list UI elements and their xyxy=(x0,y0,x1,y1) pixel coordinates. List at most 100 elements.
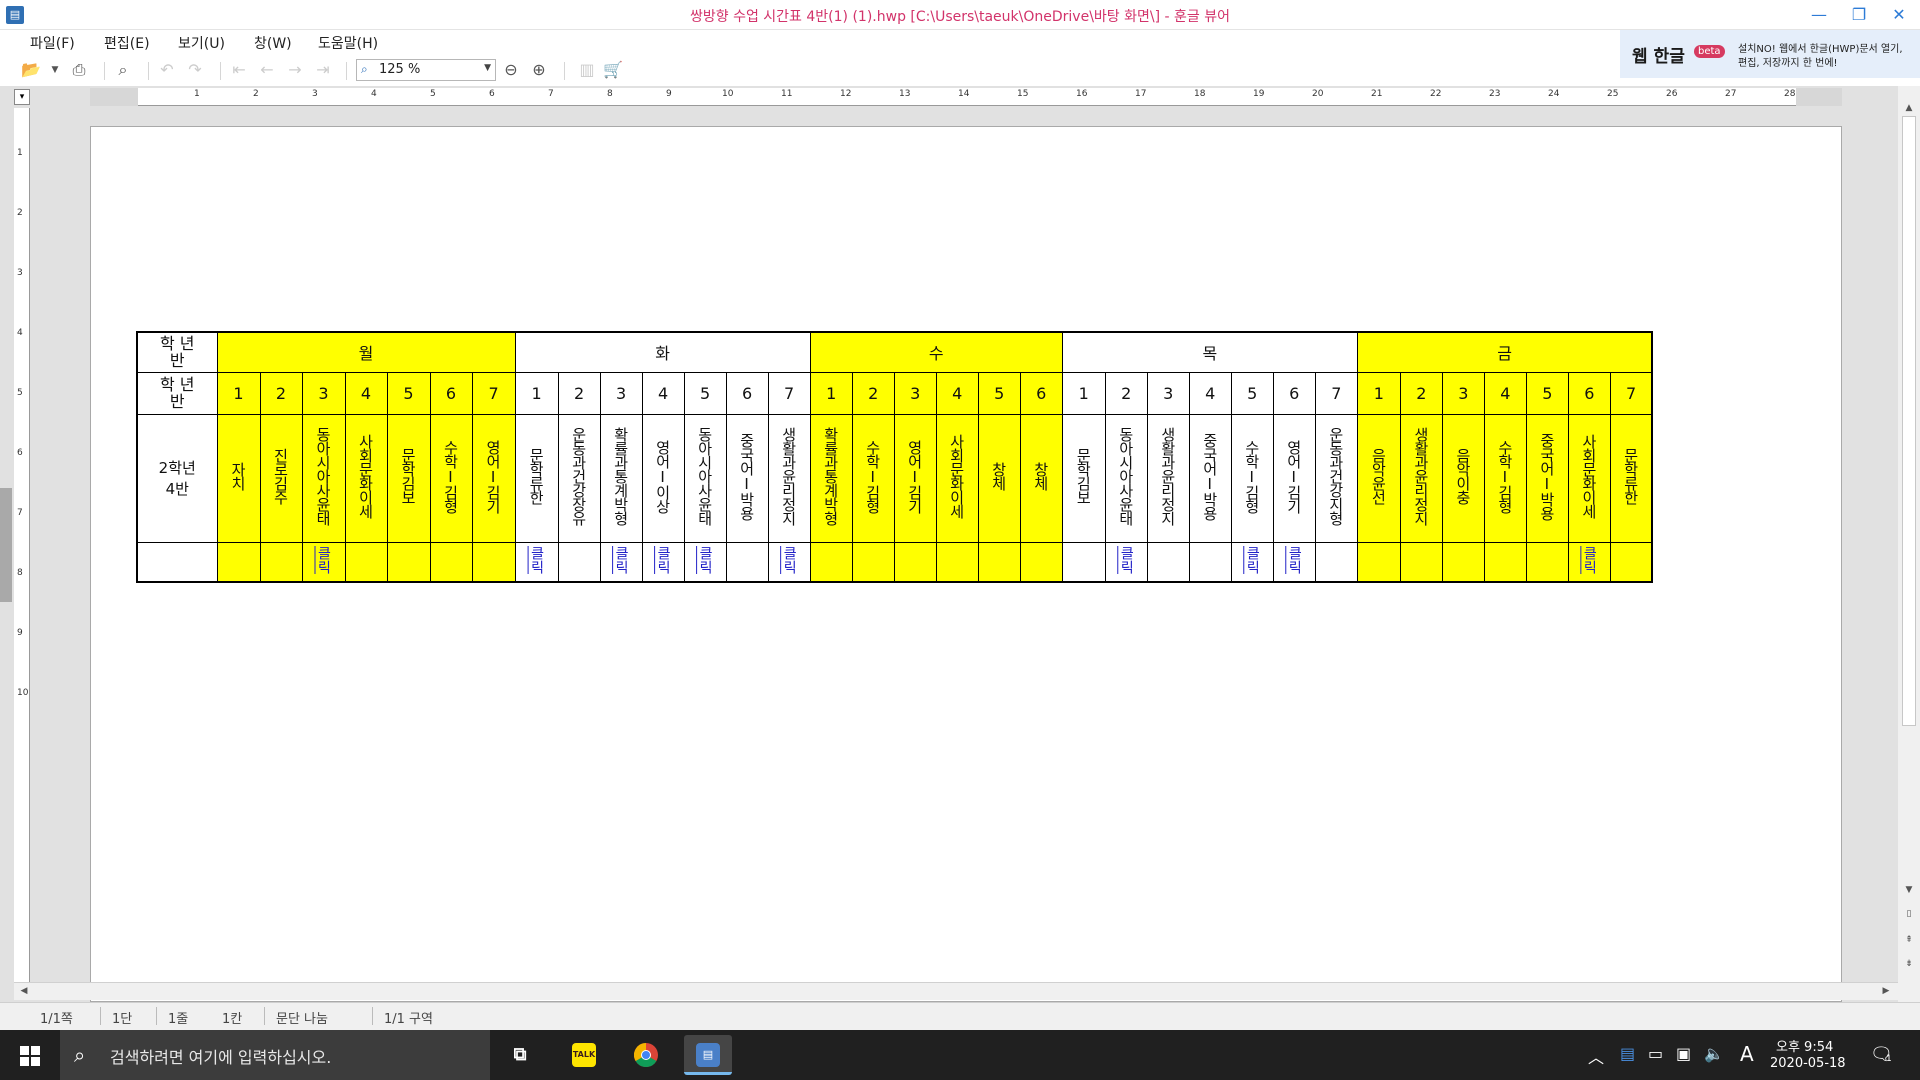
subject-cell: 생활과윤리정지 xyxy=(1146,413,1190,543)
battery-icon[interactable]: ▭ xyxy=(1648,1044,1663,1063)
clock-date[interactable]: 2020-05-18 xyxy=(1770,1056,1846,1071)
undo-icon[interactable]: ↶ xyxy=(156,60,178,80)
ruler-number: 10 xyxy=(17,688,29,698)
clock-time[interactable]: 오후 9:54 xyxy=(1776,1036,1833,1055)
period-number: 6 xyxy=(445,383,457,403)
link-cell: 클릭 xyxy=(767,541,811,583)
redo-icon[interactable]: ↷ xyxy=(184,60,206,80)
period-cell: 5 xyxy=(386,371,431,415)
hwp-viewer-taskbar-button[interactable]: ▤ xyxy=(684,1035,732,1075)
title-bar: ▤ 쌍방향 수업 시간표 4반(1) (1).hwp [C:\Users\tae… xyxy=(0,0,1920,30)
scroll-down-icon[interactable]: ▼ xyxy=(1901,882,1917,898)
scroll-up-icon[interactable]: ▲ xyxy=(1901,100,1917,116)
period-number: 2 xyxy=(1416,383,1427,403)
zoom-out-icon[interactable]: ⊖ xyxy=(500,60,522,80)
chrome-taskbar-button[interactable] xyxy=(622,1035,670,1075)
scroll-left-icon[interactable]: ◀ xyxy=(16,983,32,999)
last-page-icon[interactable]: ⇥ xyxy=(312,60,334,80)
volume-icon[interactable]: 🔈 xyxy=(1704,1044,1724,1063)
class-link[interactable]: 클릭 xyxy=(1116,546,1136,574)
horizontal-ruler[interactable]: 1 2 3 4 5 6 7 8 9 10 11 12 13 14 15 16 1… xyxy=(90,88,1842,106)
subject-cell: 생활과윤리정지 xyxy=(1399,413,1443,543)
timetable: 학 년 반월화수목금학 년 반1234567123456712345612345… xyxy=(136,331,1654,583)
menu-window[interactable]: 창(W) xyxy=(254,33,292,53)
class-link[interactable]: 클릭 xyxy=(695,546,715,574)
vertical-ruler[interactable]: 1 2 3 4 5 6 7 8 9 10 xyxy=(14,108,30,998)
menu-file[interactable]: 파일(F) xyxy=(30,33,75,53)
chevron-down-icon[interactable]: ▼ xyxy=(484,63,491,73)
period-number: 4 xyxy=(360,383,372,403)
open-folder-icon[interactable]: 📂 xyxy=(20,60,42,80)
link-cell xyxy=(977,541,1021,583)
subject-cell: 사회문화이세 xyxy=(935,413,979,543)
vertical-scrollbar[interactable]: ▲ ▼ ▯ ⇞ ⇟ xyxy=(1898,86,1920,1002)
next-page-icon[interactable]: ⇟ xyxy=(1901,956,1917,972)
menu-view[interactable]: 보기(U) xyxy=(178,33,225,53)
subject-cell: 영어I김기 xyxy=(471,413,516,543)
find-binoculars-icon[interactable]: ⌕ xyxy=(112,60,134,80)
scroll-thumb[interactable] xyxy=(1902,116,1916,726)
zoom-in-icon[interactable]: ⊕ xyxy=(528,60,550,80)
link-cell xyxy=(809,541,853,583)
page-view-icon[interactable]: ▯ xyxy=(1901,906,1917,922)
hwp-tray-icon[interactable]: ▤ xyxy=(1620,1044,1635,1063)
link-cell xyxy=(557,541,601,583)
class-link[interactable]: 클릭 xyxy=(1284,546,1304,574)
period-cell: 6 xyxy=(1019,371,1063,415)
day-header-cell: 목 xyxy=(1061,331,1358,373)
first-page-icon[interactable]: ⇤ xyxy=(228,60,250,80)
ruler-number: 10 xyxy=(722,89,734,99)
corner-label: 학 년 반 xyxy=(159,334,195,371)
ruler-corner-button[interactable]: ▾ xyxy=(14,89,30,105)
status-bar: 1/1쪽 1단 1줄 1칸 문단 나눔 1/1 구역 xyxy=(0,1002,1920,1030)
previous-page-icon[interactable]: ← xyxy=(256,60,278,80)
subject-row: 2학년 4반 자치 진로김주 동아시아사윤태 사회문화이세 문학김보 수학I김형 영어I김기 문… xyxy=(136,413,1654,543)
print-icon[interactable]: ⎙ xyxy=(68,60,90,80)
menu-help[interactable]: 도움말(H) xyxy=(318,33,378,53)
windows-logo-icon xyxy=(20,1046,40,1066)
copy-page-icon[interactable]: ▥ xyxy=(576,60,598,80)
class-link[interactable]: 클릭 xyxy=(611,546,631,574)
window-title: 쌍방향 수업 시간표 4반(1) (1).hwp [C:\Users\taeuk… xyxy=(690,9,1230,25)
network-icon[interactable]: ▣ xyxy=(1676,1044,1691,1063)
subject-cell: 운동과건강지형 xyxy=(1314,413,1358,543)
open-dropdown-icon[interactable]: ▼ xyxy=(44,60,66,80)
subject-name: 생활과윤리정지 xyxy=(779,427,798,525)
class-link[interactable]: 클릭 xyxy=(314,546,334,574)
period-number: 3 xyxy=(1458,383,1469,403)
class-link[interactable]: 클릭 xyxy=(653,546,673,574)
chevron-up-icon[interactable]: ︿ xyxy=(1588,1044,1604,1068)
period-cell: 5 xyxy=(683,371,727,415)
task-view-button[interactable]: ⧉ xyxy=(496,1035,544,1075)
day-header-cell: 월 xyxy=(216,331,516,373)
start-button[interactable] xyxy=(0,1030,60,1080)
class-link[interactable]: 클릭 xyxy=(1242,546,1262,574)
shopping-cart-icon[interactable]: 🛒 xyxy=(602,60,624,80)
subject-cell: 생활과윤리정지 xyxy=(767,413,811,543)
next-page-icon[interactable]: → xyxy=(284,60,306,80)
kakaotalk-taskbar-button[interactable]: TALK xyxy=(560,1035,608,1075)
horizontal-scrollbar[interactable]: ◀ ▶ xyxy=(14,982,1898,1000)
class-link[interactable]: 클릭 xyxy=(527,546,547,574)
ruler-number: 21 xyxy=(1371,89,1383,99)
subject-name: 사회문화이세 xyxy=(947,434,966,518)
close-button[interactable]: ✕ xyxy=(1876,0,1920,30)
day-header-cell: 금 xyxy=(1356,331,1654,373)
ime-indicator[interactable]: A xyxy=(1740,1042,1754,1066)
ruler-number: 9 xyxy=(666,89,672,99)
day-name: 월 xyxy=(358,344,374,364)
zoom-select[interactable]: ⌕ 125 % ▼ xyxy=(356,59,496,81)
previous-page-icon[interactable]: ⇞ xyxy=(1901,932,1917,948)
taskbar-search-box[interactable]: ⌕ 검색하려면 여기에 입력하십시오. xyxy=(60,1030,490,1080)
menu-edit[interactable]: 편집(E) xyxy=(104,33,150,53)
day-header-row: 학 년 반월화수목금 xyxy=(136,331,1654,373)
subject-cell: 수학I김형 xyxy=(851,413,895,543)
notification-count: 1 xyxy=(1886,1054,1892,1064)
subject-cell: 동아시아사윤태 xyxy=(683,413,727,543)
scroll-right-icon[interactable]: ▶ xyxy=(1878,983,1894,999)
web-hangul-promo-banner[interactable]: 웹 한글 beta 설치NO! 웹에서 한글(HWP)문서 열기, 편집, 저장… xyxy=(1620,30,1920,78)
side-panel-toggle[interactable] xyxy=(0,488,12,602)
class-link[interactable]: 클릭 xyxy=(1579,546,1599,574)
class-link[interactable]: 클릭 xyxy=(779,546,799,574)
ruler-number: 1 xyxy=(17,148,23,158)
